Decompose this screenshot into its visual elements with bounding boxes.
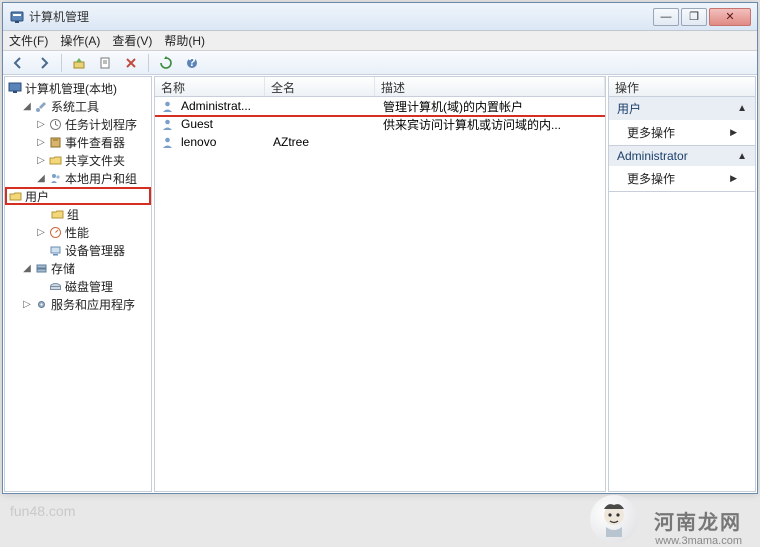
col-fullname[interactable]: 全名 [265, 77, 375, 96]
list-pane: 名称 全名 描述 Administrat... 管理计算机(域)的内置帐户 Gu… [154, 76, 606, 492]
action-section-users: 用户 ▲ 更多操作 ▶ [609, 97, 755, 146]
toolbar: ? [3, 51, 757, 75]
tree-task-scheduler[interactable]: ▷ 任务计划程序 [5, 115, 151, 133]
app-icon [9, 9, 25, 25]
toolbar-separator [148, 54, 149, 72]
folder-icon [49, 206, 65, 222]
list-header: 名称 全名 描述 [155, 77, 605, 97]
expand-icon[interactable]: ▷ [21, 299, 33, 310]
list-row-administrator[interactable]: Administrat... 管理计算机(域)的内置帐户 [155, 97, 605, 115]
expand-icon[interactable]: ▷ [35, 137, 47, 148]
tree-users[interactable]: 用户 [5, 187, 151, 205]
tree-services-apps[interactable]: ▷ 服务和应用程序 [5, 295, 151, 313]
delete-button[interactable] [120, 53, 142, 73]
shared-folder-icon [47, 152, 63, 168]
menu-action[interactable]: 操作(A) [60, 32, 100, 49]
toolbar-separator [61, 54, 62, 72]
menu-help[interactable]: 帮助(H) [164, 32, 205, 49]
tree-pane: 计算机管理(本地) ◢ 系统工具 ▷ 任务计划程序 ▷ 事件查看器 [4, 76, 152, 492]
help-button[interactable]: ? [181, 53, 203, 73]
svg-text:?: ? [188, 56, 195, 69]
user-icon [159, 116, 175, 132]
tree-disk-mgmt[interactable]: 磁盘管理 [5, 277, 151, 295]
tree-device-manager[interactable]: 设备管理器 [5, 241, 151, 259]
window-controls: — ❐ ✕ [653, 8, 751, 26]
refresh-button[interactable] [155, 53, 177, 73]
action-title-admin[interactable]: Administrator ▲ [609, 146, 755, 166]
submenu-arrow-icon: ▶ [730, 173, 737, 184]
folder-icon [7, 188, 23, 204]
wrench-icon [33, 98, 49, 114]
action-title-users[interactable]: 用户 ▲ [609, 97, 755, 120]
action-more-admin[interactable]: 更多操作 ▶ [609, 166, 755, 191]
disk-icon [47, 278, 63, 294]
tree-performance[interactable]: ▷ 性能 [5, 223, 151, 241]
tree-event-viewer[interactable]: ▷ 事件查看器 [5, 133, 151, 151]
action-section-admin: Administrator ▲ 更多操作 ▶ [609, 146, 755, 192]
up-level-button[interactable] [68, 53, 90, 73]
tree-storage[interactable]: ◢ 存储 [5, 259, 151, 277]
app-window: 计算机管理 — ❐ ✕ 文件(F) 操作(A) 查看(V) 帮助(H) ? 计算… [2, 2, 758, 494]
col-desc[interactable]: 描述 [375, 77, 605, 96]
menu-view[interactable]: 查看(V) [112, 32, 152, 49]
device-icon [47, 242, 63, 258]
list-body: Administrat... 管理计算机(域)的内置帐户 Guest 供来宾访问… [155, 97, 605, 491]
collapse-icon[interactable]: ◢ [21, 101, 33, 112]
menu-file[interactable]: 文件(F) [9, 32, 48, 49]
tree-root[interactable]: 计算机管理(本地) [5, 79, 151, 97]
gauge-icon [47, 224, 63, 240]
col-name[interactable]: 名称 [155, 77, 265, 96]
action-more-users[interactable]: 更多操作 ▶ [609, 120, 755, 145]
list-row-lenovo[interactable]: lenovo AZtree [155, 133, 605, 151]
collapse-arrow-icon: ▲ [737, 151, 747, 162]
properties-button[interactable] [94, 53, 116, 73]
maximize-button[interactable]: ❐ [681, 8, 707, 26]
collapse-icon[interactable]: ◢ [21, 263, 33, 274]
tree-system-tools[interactable]: ◢ 系统工具 [5, 97, 151, 115]
nav-back-button[interactable] [7, 53, 29, 73]
client-area: 计算机管理(本地) ◢ 系统工具 ▷ 任务计划程序 ▷ 事件查看器 [4, 76, 756, 492]
watermark-fun48: fun48.com [10, 503, 75, 519]
submenu-arrow-icon: ▶ [730, 127, 737, 138]
expand-icon[interactable]: ▷ [35, 155, 47, 166]
computer-icon [7, 80, 23, 96]
window-title: 计算机管理 [29, 8, 653, 25]
menubar: 文件(F) 操作(A) 查看(V) 帮助(H) [3, 31, 757, 51]
tree: 计算机管理(本地) ◢ 系统工具 ▷ 任务计划程序 ▷ 事件查看器 [5, 77, 151, 315]
tree-shared-folders[interactable]: ▷ 共享文件夹 [5, 151, 151, 169]
users-icon [47, 170, 63, 186]
nav-forward-button[interactable] [33, 53, 55, 73]
tree-groups[interactable]: 组 [5, 205, 151, 223]
list-row-guest[interactable]: Guest 供来宾访问计算机或访问域的内... [155, 115, 605, 133]
user-icon [159, 98, 175, 114]
book-icon [47, 134, 63, 150]
collapse-arrow-icon: ▲ [737, 103, 747, 114]
expand-icon[interactable]: ▷ [35, 227, 47, 238]
titlebar[interactable]: 计算机管理 — ❐ ✕ [3, 3, 757, 31]
expand-icon[interactable]: ▷ [35, 119, 47, 130]
cartoon-avatar [590, 495, 638, 543]
collapse-icon[interactable]: ◢ [35, 173, 47, 184]
action-pane: 操作 用户 ▲ 更多操作 ▶ Administrator ▲ 更多操作 [608, 76, 756, 492]
watermark-url: www.3mama.com [655, 535, 742, 547]
watermark-brand: 河南龙网 [654, 506, 742, 535]
action-header: 操作 [609, 77, 755, 97]
gear-icon [33, 296, 49, 312]
close-button[interactable]: ✕ [709, 8, 751, 26]
storage-icon [33, 260, 49, 276]
minimize-button[interactable]: — [653, 8, 679, 26]
clock-icon [47, 116, 63, 132]
tree-local-users[interactable]: ◢ 本地用户和组 [5, 169, 151, 187]
user-icon [159, 134, 175, 150]
